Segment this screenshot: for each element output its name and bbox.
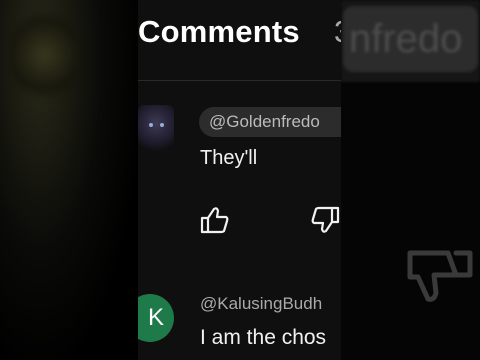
comment-author-chip[interactable]: @Goldenfredo — [199, 107, 341, 137]
thumbs-up-icon[interactable] — [200, 206, 230, 234]
blurred-header-copy: nfredo — [341, 0, 480, 82]
comments-panel: Comments 3 @Goldenfredo They'll K @Kalus… — [138, 0, 341, 360]
blurred-thumbs-down-icon — [407, 250, 473, 302]
avatar-eye — [149, 123, 153, 127]
avatar[interactable] — [138, 105, 174, 151]
avatar-eye — [160, 123, 164, 127]
thumbs-down-icon[interactable] — [310, 206, 340, 234]
avatar[interactable]: K — [138, 294, 174, 342]
comment-author[interactable]: @KalusingBudh — [200, 294, 322, 314]
comment-count: 3 — [334, 14, 341, 50]
comment-text: They'll — [200, 147, 258, 169]
blurred-background-left — [0, 0, 138, 360]
blurred-character-shape — [10, 10, 80, 100]
blurred-background-right: nfredo — [341, 0, 480, 360]
page-title: Comments — [138, 14, 300, 49]
comment-text: I am the chos — [200, 326, 327, 349]
comments-header: Comments 3 — [138, 0, 341, 81]
blurred-handle-chip: nfredo — [343, 6, 478, 72]
avatar-letter: K — [147, 304, 164, 331]
